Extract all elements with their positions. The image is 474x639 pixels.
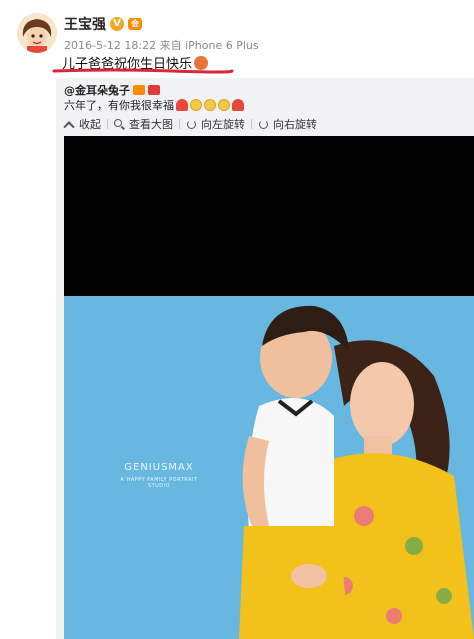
- rotate-right-label: 向右旋转: [273, 118, 317, 131]
- red-underline-annotation: [52, 68, 234, 74]
- magnifier-icon: [114, 118, 125, 130]
- repost-author-row: @金耳朵兔子: [64, 82, 160, 98]
- image-toolbar: 收起 查看大图 向左旋转 向右旋转: [64, 116, 323, 132]
- rotate-left-button[interactable]: 向左旋转: [180, 116, 251, 132]
- smile-icon: [204, 99, 216, 111]
- red-envelope-icon[interactable]: [148, 85, 160, 95]
- rotate-left-icon: [186, 119, 197, 130]
- rotate-left-label: 向左旋转: [201, 118, 245, 131]
- rotate-right-button[interactable]: 向右旋转: [252, 116, 323, 132]
- repost-text: 六年了，有你我很幸福: [64, 99, 174, 112]
- collapse-label: 收起: [79, 118, 101, 131]
- collapse-icon: [64, 119, 75, 130]
- heart-icon: [232, 99, 244, 111]
- avatar[interactable]: [17, 13, 57, 53]
- rotate-right-icon: [258, 119, 269, 130]
- watermark-subtitle: A HAPPY FAMILY PORTRAIT STUDIO: [120, 477, 198, 489]
- repost-text-row: 六年了，有你我很幸福: [64, 97, 244, 113]
- family-photo-illustration: [64, 136, 474, 639]
- repost-author-name[interactable]: @金耳朵兔子: [64, 82, 130, 98]
- view-large-label: 查看大图: [129, 118, 173, 131]
- smile-icon: [218, 99, 230, 111]
- watermark-title: GENIUSMAX: [124, 462, 194, 473]
- heart-icon: [176, 99, 188, 111]
- view-large-button[interactable]: 查看大图: [108, 116, 179, 132]
- cartoon-avatar-icon: [17, 13, 57, 53]
- photo-watermark: GENIUSMAX A HAPPY FAMILY PORTRAIT STUDIO: [118, 462, 200, 489]
- repost-card: @金耳朵兔子 六年了，有你我很幸福 收起 查看大图 向左旋转 向右旋转 GENI…: [56, 78, 474, 639]
- member-badge-icon[interactable]: 会: [128, 18, 142, 30]
- verified-icon: V: [110, 17, 124, 31]
- collapse-button[interactable]: 收起: [64, 116, 107, 132]
- author-name[interactable]: 王宝强: [64, 14, 106, 34]
- member-badge-icon[interactable]: [133, 85, 145, 95]
- post-author-row: 王宝强 V 会: [64, 14, 142, 34]
- smile-icon: [190, 99, 202, 111]
- post-meta: 2016-5-12 18:22 来自 iPhone 6 Plus: [64, 39, 259, 52]
- post-photo[interactable]: GENIUSMAX A HAPPY FAMILY PORTRAIT STUDIO: [64, 136, 474, 639]
